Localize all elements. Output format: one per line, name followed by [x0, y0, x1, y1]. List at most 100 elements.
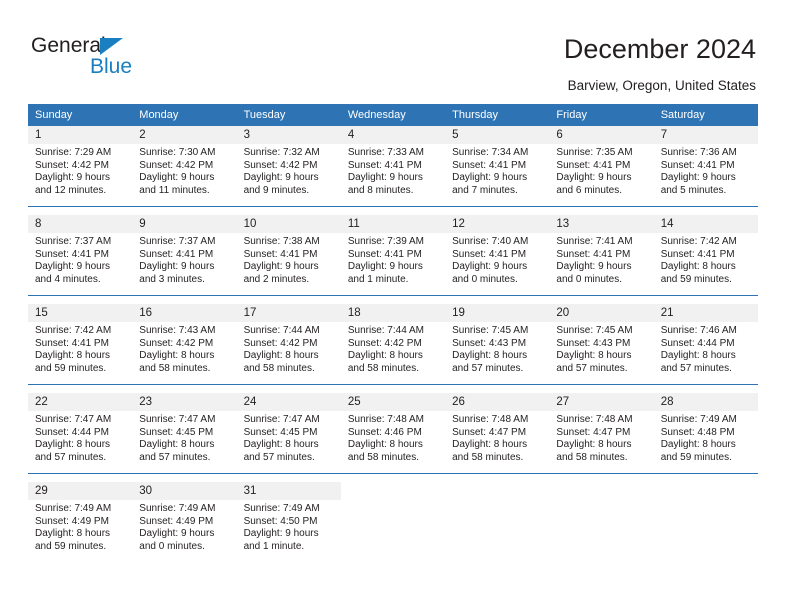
day-number[interactable]: 6 — [549, 126, 654, 144]
daylight-text-line1: Daylight: 8 hours — [35, 350, 111, 362]
day-cell: Sunrise: 7:42 AM Sunset: 4:41 PM Dayligh… — [653, 233, 758, 295]
day-number[interactable]: 22 — [28, 393, 133, 411]
sunrise-text: Sunrise: 7:42 AM — [660, 236, 737, 247]
weekday-header-saturday: Saturday — [653, 104, 758, 126]
day-cell: Sunrise: 7:42 AM Sunset: 4:41 PM Dayligh… — [28, 322, 133, 384]
day-cell: Sunrise: 7:49 AM Sunset: 4:49 PM Dayligh… — [28, 500, 133, 562]
brand-logo[interactable]: General Blue — [31, 34, 231, 84]
day-cell-empty — [549, 500, 654, 562]
week-4-daynumbers: 22 23 24 25 26 27 28 — [28, 393, 758, 411]
triangle-icon — [100, 38, 123, 55]
sunset-text: Sunset: 4:45 PM — [139, 426, 214, 438]
day-number[interactable]: 1 — [28, 126, 133, 144]
sunrise-text: Sunrise: 7:39 AM — [347, 236, 424, 247]
day-number[interactable]: 30 — [132, 482, 237, 500]
day-number[interactable]: 18 — [340, 304, 446, 322]
daylight-text-line2: and 6 minutes. — [556, 184, 623, 196]
sunrise-text: Sunrise: 7:37 AM — [35, 236, 112, 247]
sunrise-text: Sunrise: 7:34 AM — [452, 147, 529, 158]
daylight-text-line1: Daylight: 8 hours — [660, 261, 736, 273]
week-separator — [28, 205, 758, 215]
calendar-body: 1 2 3 4 5 6 7 Sunrise: 7:29 AM Sunset: 4… — [28, 126, 758, 562]
sunset-text: Sunset: 4:41 PM — [35, 337, 109, 349]
day-number[interactable]: 26 — [445, 393, 550, 411]
daylight-text-line1: Daylight: 9 hours — [139, 528, 215, 540]
day-number[interactable]: 24 — [236, 393, 341, 411]
day-cell: Sunrise: 7:48 AM Sunset: 4:47 PM Dayligh… — [549, 411, 654, 473]
daylight-text-line2: and 3 minutes. — [139, 273, 205, 285]
day-number[interactable]: 8 — [28, 215, 133, 233]
week-separator — [28, 294, 758, 304]
day-number[interactable]: 28 — [653, 393, 758, 411]
day-number[interactable]: 21 — [653, 304, 758, 322]
day-cell: Sunrise: 7:47 AM Sunset: 4:45 PM Dayligh… — [132, 411, 237, 473]
sunrise-text: Sunrise: 7:49 AM — [660, 414, 737, 425]
day-number[interactable]: 4 — [340, 126, 446, 144]
day-cell-empty — [653, 500, 758, 562]
day-number[interactable]: 11 — [340, 215, 446, 233]
sunset-text: Sunset: 4:48 PM — [660, 426, 735, 438]
day-number[interactable]: 15 — [28, 304, 133, 322]
day-cell: Sunrise: 7:38 AM Sunset: 4:41 PM Dayligh… — [236, 233, 341, 295]
weekday-header-thursday: Thursday — [445, 104, 550, 126]
week-3-daynumbers: 15 16 17 18 19 20 21 — [28, 304, 758, 322]
sunset-text: Sunset: 4:41 PM — [660, 159, 735, 171]
day-number[interactable]: 31 — [236, 482, 341, 500]
day-cell: Sunrise: 7:34 AM Sunset: 4:41 PM Dayligh… — [445, 144, 550, 206]
sunrise-text: Sunrise: 7:45 AM — [556, 325, 633, 336]
day-number[interactable]: 20 — [549, 304, 654, 322]
sunset-text: Sunset: 4:41 PM — [35, 248, 109, 260]
daylight-text-line2: and 59 minutes. — [660, 273, 732, 285]
day-number[interactable]: 14 — [653, 215, 758, 233]
daylight-text-line2: and 59 minutes. — [35, 540, 107, 552]
sunset-text: Sunset: 4:49 PM — [35, 515, 109, 527]
day-cell: Sunrise: 7:48 AM Sunset: 4:47 PM Dayligh… — [445, 411, 550, 473]
day-number[interactable]: 5 — [445, 126, 550, 144]
daylight-text-line2: and 57 minutes. — [556, 362, 628, 374]
day-number[interactable]: 7 — [653, 126, 758, 144]
week-separator-line — [28, 294, 758, 304]
day-number[interactable]: 16 — [132, 304, 237, 322]
daylight-text-line1: Daylight: 8 hours — [35, 439, 111, 451]
day-cell: Sunrise: 7:36 AM Sunset: 4:41 PM Dayligh… — [653, 144, 758, 206]
daylight-text-line1: Daylight: 8 hours — [660, 439, 736, 451]
day-cell: Sunrise: 7:37 AM Sunset: 4:41 PM Dayligh… — [132, 233, 237, 295]
daylight-text-line2: and 59 minutes. — [660, 451, 732, 463]
day-number[interactable]: 29 — [28, 482, 133, 500]
day-number[interactable]: 27 — [549, 393, 654, 411]
day-cell-empty — [549, 482, 654, 500]
week-separator-line — [28, 383, 758, 393]
day-cell: Sunrise: 7:45 AM Sunset: 4:43 PM Dayligh… — [445, 322, 550, 384]
day-cell-empty — [340, 500, 446, 562]
day-number[interactable]: 2 — [132, 126, 237, 144]
day-number[interactable]: 25 — [340, 393, 446, 411]
day-cell: Sunrise: 7:48 AM Sunset: 4:46 PM Dayligh… — [340, 411, 446, 473]
day-cell: Sunrise: 7:43 AM Sunset: 4:42 PM Dayligh… — [132, 322, 237, 384]
day-cell: Sunrise: 7:29 AM Sunset: 4:42 PM Dayligh… — [28, 144, 133, 206]
day-number[interactable]: 10 — [236, 215, 341, 233]
day-number[interactable]: 12 — [445, 215, 550, 233]
sunset-text: Sunset: 4:41 PM — [452, 248, 527, 260]
daylight-text-line2: and 0 minutes. — [139, 540, 205, 552]
day-number[interactable]: 3 — [236, 126, 341, 144]
sunset-text: Sunset: 4:42 PM — [139, 337, 214, 349]
page-title: December 2024 — [563, 34, 756, 64]
daylight-text-line1: Daylight: 9 hours — [452, 172, 528, 184]
day-cell: Sunrise: 7:35 AM Sunset: 4:41 PM Dayligh… — [549, 144, 654, 206]
daylight-text-line1: Daylight: 9 hours — [243, 261, 319, 273]
sunset-text: Sunset: 4:41 PM — [556, 159, 631, 171]
daylight-text-line2: and 0 minutes. — [452, 273, 518, 285]
day-cell: Sunrise: 7:37 AM Sunset: 4:41 PM Dayligh… — [28, 233, 133, 295]
day-number[interactable]: 17 — [236, 304, 341, 322]
sunset-text: Sunset: 4:46 PM — [347, 426, 422, 438]
sunset-text: Sunset: 4:47 PM — [452, 426, 527, 438]
sunrise-text: Sunrise: 7:36 AM — [660, 147, 737, 158]
sunset-text: Sunset: 4:43 PM — [452, 337, 527, 349]
weekday-header-monday: Monday — [132, 104, 237, 126]
day-number[interactable]: 19 — [445, 304, 550, 322]
day-number[interactable]: 13 — [549, 215, 654, 233]
day-number[interactable]: 23 — [132, 393, 237, 411]
sunrise-text: Sunrise: 7:49 AM — [139, 503, 216, 514]
day-number[interactable]: 9 — [132, 215, 237, 233]
daylight-text-line1: Daylight: 8 hours — [347, 439, 423, 451]
